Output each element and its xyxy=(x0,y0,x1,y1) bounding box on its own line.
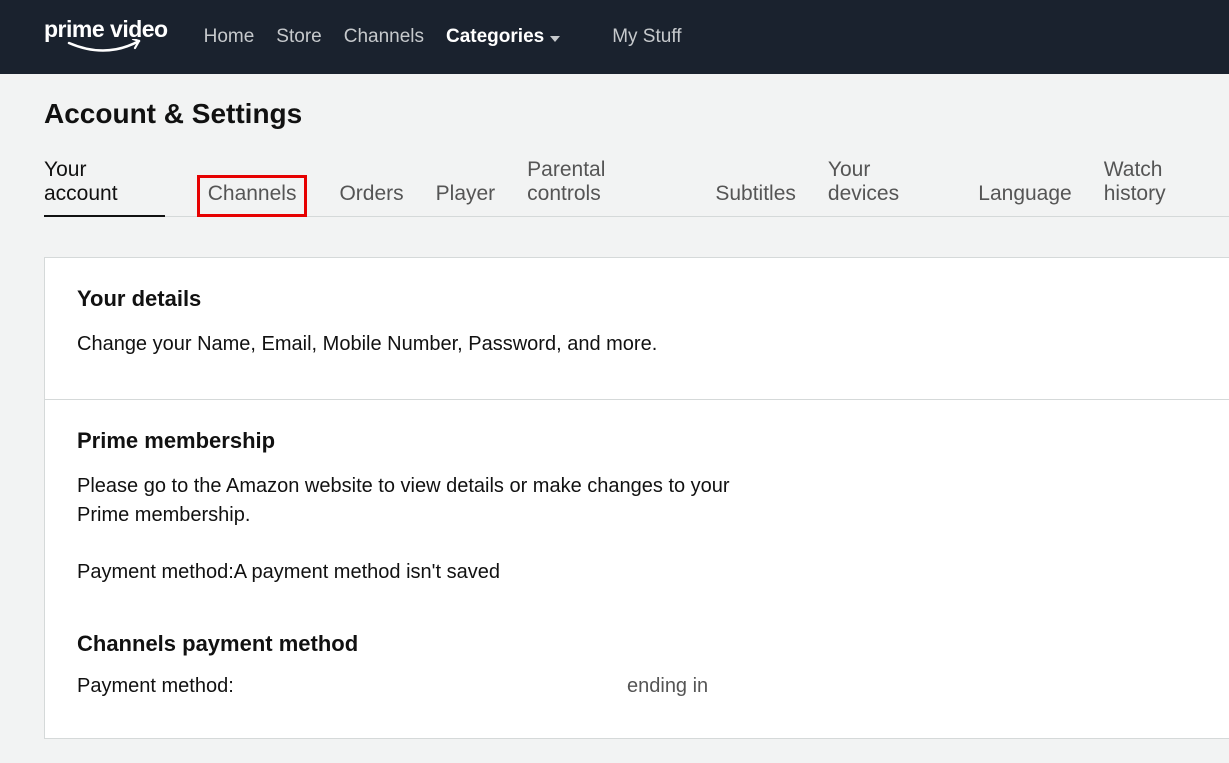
section-title: Prime membership xyxy=(77,428,1197,454)
tab-label: Your devices xyxy=(828,158,899,205)
nav-channels[interactable]: Channels xyxy=(344,26,424,48)
page-body: Account & Settings Your account Channels… xyxy=(0,74,1229,739)
tab-your-account[interactable]: Your account xyxy=(44,152,165,216)
tab-label: Watch history xyxy=(1104,158,1166,205)
tab-language[interactable]: Language xyxy=(978,176,1071,216)
tab-label: Parental controls xyxy=(527,158,605,205)
tab-channels[interactable]: Channels xyxy=(197,175,308,217)
nav-store[interactable]: Store xyxy=(276,26,321,48)
page-title: Account & Settings xyxy=(44,98,1229,130)
section-title: Your details xyxy=(77,286,1197,312)
content-panel: Your details Change your Name, Email, Mo… xyxy=(44,257,1229,739)
payment-method-line: Payment method:A payment method isn't sa… xyxy=(77,558,777,587)
section-your-details[interactable]: Your details Change your Name, Email, Mo… xyxy=(45,258,1229,400)
section-desc: Change your Name, Email, Mobile Number, … xyxy=(77,330,777,359)
tab-orders[interactable]: Orders xyxy=(339,176,403,216)
tab-label: Subtitles xyxy=(715,182,796,205)
tab-label: Orders xyxy=(339,182,403,205)
tab-parental-controls[interactable]: Parental controls xyxy=(527,152,683,216)
nav-home[interactable]: Home xyxy=(204,26,255,48)
tab-subtitles[interactable]: Subtitles xyxy=(715,176,796,216)
nav-label: Home xyxy=(204,26,255,48)
tab-label: Channels xyxy=(208,182,297,205)
prime-video-logo[interactable]: prime video xyxy=(44,18,168,57)
settings-tabs: Your account Channels Orders Player Pare… xyxy=(44,152,1229,217)
nav-label: Channels xyxy=(344,26,424,48)
section-prime-membership: Prime membership Please go to the Amazon… xyxy=(45,400,1229,738)
nav-label: Categories xyxy=(446,26,544,48)
channels-payment-title: Channels payment method xyxy=(77,631,1197,657)
chevron-down-icon xyxy=(550,36,560,42)
tab-watch-history[interactable]: Watch history xyxy=(1104,152,1229,216)
nav-label: My Stuff xyxy=(612,26,681,48)
nav-label: Store xyxy=(276,26,321,48)
nav-my-stuff[interactable]: My Stuff xyxy=(612,26,681,48)
payment-method-value: ending in xyxy=(627,675,708,698)
tab-label: Player xyxy=(436,182,496,205)
tab-label: Language xyxy=(978,182,1071,205)
tab-your-devices[interactable]: Your devices xyxy=(828,152,946,216)
logo-text: prime video xyxy=(44,18,168,41)
amazon-smile-icon xyxy=(61,39,151,57)
tab-player[interactable]: Player xyxy=(436,176,496,216)
section-desc: Please go to the Amazon website to view … xyxy=(77,472,777,530)
tab-label: Your account xyxy=(44,158,118,205)
top-nav: prime video Home Store Channels Categori… xyxy=(0,0,1229,74)
nav-links: Home Store Channels Categories My Stuff xyxy=(204,26,682,48)
channels-payment-row: Payment method: ending in xyxy=(77,675,1197,698)
nav-categories[interactable]: Categories xyxy=(446,26,560,48)
payment-method-label: Payment method: xyxy=(77,675,627,698)
